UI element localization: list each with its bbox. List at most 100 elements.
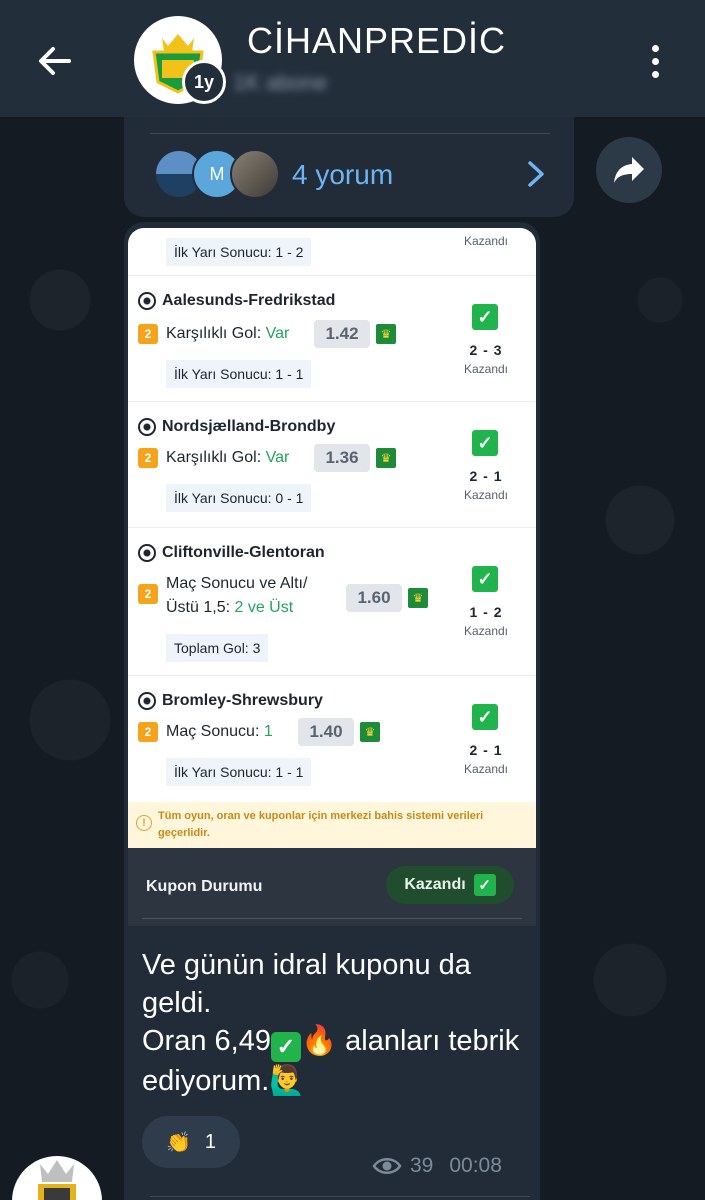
bet-market-label: Karşılıklı Gol:	[166, 325, 262, 342]
result-label: Kazandı	[463, 362, 509, 376]
match-row: Cliftonville-Glentoran 2 Maç Sonucu ve A…	[128, 528, 536, 676]
football-icon	[138, 692, 156, 710]
football-icon	[138, 544, 156, 562]
checkmark-icon: ✓	[472, 304, 498, 330]
bet-pick: Var	[265, 325, 290, 342]
message-line: Ve günün idral kuponu da geldi.	[142, 949, 471, 1019]
bet-pick: Var	[265, 449, 290, 466]
checkmark-icon: ✓	[472, 566, 498, 592]
check-emoji-icon: ✓	[270, 1032, 301, 1062]
match-row-partial: İlk Yarı Sonucu: 1 - 2 Kazandı	[128, 228, 536, 276]
divider	[142, 918, 522, 919]
match-teams-label: Nordsjælland-Brondby	[162, 418, 336, 435]
coupon-image[interactable]: İlk Yarı Sonucu: 1 - 2 Kazandı Aalesunds…	[128, 228, 536, 848]
match-row: Nordsjælland-Brondby 2 Karşılıklı Gol: V…	[128, 402, 536, 528]
bet-type-badge: 2	[138, 584, 158, 604]
warning-notice: ! Tüm oyun, oran ve kuponlar için merkez…	[128, 802, 536, 848]
avatar-badge: 1y	[182, 60, 226, 104]
bet-market-label: Üstü 1,5:	[166, 599, 231, 616]
match-row: Aalesunds-Fredrikstad 2 Karşılıklı Gol: …	[128, 276, 536, 402]
subscriber-count: 1K abone	[233, 70, 328, 95]
checkmark-icon: ✓	[472, 704, 498, 730]
reaction-chip[interactable]: 👏 1	[142, 1116, 240, 1168]
match-teams-label: Cliftonville-Glentoran	[162, 544, 325, 561]
first-half-result: İlk Yarı Sonucu: 1 - 1	[166, 360, 312, 388]
chat-header: 1y CİHANPREDİC 1K abone	[0, 0, 705, 117]
more-options-button[interactable]	[635, 36, 675, 86]
match-teams: Cliftonville-Glentoran	[138, 544, 325, 562]
share-arrow-icon	[614, 157, 644, 183]
more-dot-icon	[651, 44, 659, 52]
message-meta: 39 00:08	[372, 1154, 502, 1178]
first-half-result: İlk Yarı Sonucu: 0 - 1	[166, 484, 312, 512]
view-count: 39	[410, 1154, 434, 1177]
more-dot-icon	[651, 70, 659, 78]
bet-market: Maç Sonucu ve Altı/ Üstü 1,5: 2 ve Üst	[166, 572, 307, 620]
eye-icon	[372, 1158, 402, 1174]
divider	[150, 1196, 530, 1197]
channel-title[interactable]: CİHANPREDİC	[247, 20, 506, 62]
more-dot-icon	[651, 57, 659, 65]
crown-icon: ♛	[408, 588, 428, 608]
message-time: 00:08	[449, 1154, 502, 1177]
warning-icon: !	[136, 815, 152, 831]
bet-type-badge: 2	[138, 324, 158, 344]
crown-icon: ♛	[376, 448, 396, 468]
coupon-status-bar: Kupon Durumu Kazandı ✓	[128, 848, 536, 926]
match-row: Bromley-Shrewsbury 2 Maç Sonucu: 1 1.40 …	[128, 676, 536, 802]
result-label: Kazandı	[463, 488, 509, 502]
bet-market-label: Karşılıklı Gol:	[166, 449, 262, 466]
message-line: Oran 6,49	[142, 1025, 271, 1057]
match-teams: Aalesunds-Fredrikstad	[138, 292, 335, 310]
final-score: 1 - 2	[469, 604, 503, 620]
football-icon	[138, 292, 156, 310]
bet-market: Karşılıklı Gol: Var	[166, 446, 289, 470]
bet-pick: 1	[263, 723, 273, 740]
bet-market-label: Maç Sonucu:	[166, 723, 260, 740]
checkmark-icon: ✓	[473, 874, 496, 896]
bet-type-badge: 2	[138, 722, 158, 742]
final-score: 2 - 1	[469, 468, 503, 484]
bet-pick: 2 ve Üst	[234, 599, 294, 616]
odds-value: 1.36	[314, 444, 370, 472]
coupon-status-label: Kupon Durumu	[146, 878, 263, 895]
share-button[interactable]	[596, 137, 662, 203]
first-half-result: İlk Yarı Sonucu: 1 - 2	[166, 238, 312, 266]
message-bubble: İlk Yarı Sonucu: 1 - 2 Kazandı Aalesunds…	[124, 222, 540, 1200]
chevron-right-icon	[528, 161, 544, 187]
back-button[interactable]	[30, 36, 80, 86]
clapping-hands-icon: 👏	[165, 1131, 191, 1154]
total-goals: Toplam Gol: 3	[166, 634, 269, 662]
message-text: Ve günün idral kuponu da geldi. Oran 6,4…	[142, 946, 532, 1100]
warning-text: Tüm oyun, oran ve kuponlar için merkezi …	[158, 810, 484, 839]
match-teams: Nordsjælland-Brondby	[138, 418, 335, 436]
football-icon	[138, 418, 156, 436]
bet-market-label: Maç Sonucu ve Altı/	[166, 575, 308, 592]
final-score: 2 - 3	[469, 342, 503, 358]
result-label: Kazandı	[463, 234, 509, 248]
match-teams-label: Aalesunds-Fredrikstad	[162, 292, 336, 309]
comments-bar[interactable]: M 4 yorum	[124, 117, 574, 217]
crown-icon: ♛	[360, 722, 380, 742]
bet-market: Maç Sonucu: 1	[166, 720, 273, 744]
commenter-avatars: M	[154, 149, 284, 201]
match-teams-label: Bromley-Shrewsbury	[162, 692, 323, 709]
status-badge: Kazandı ✓	[386, 866, 514, 904]
commenter-avatar	[230, 149, 280, 199]
divider	[150, 133, 550, 134]
status-badge-label: Kazandı	[404, 876, 466, 893]
odds-value: 1.60	[346, 584, 402, 612]
bet-market: Karşılıklı Gol: Var	[166, 322, 289, 346]
result-label: Kazandı	[463, 762, 509, 776]
first-half-result: İlk Yarı Sonucu: 1 - 1	[166, 758, 312, 786]
crown-icon: ♛	[376, 324, 396, 344]
reaction-count: 1	[204, 1130, 217, 1153]
result-label: Kazandı	[463, 624, 509, 638]
comments-count[interactable]: 4 yorum	[292, 159, 393, 191]
odds-value: 1.40	[298, 718, 354, 746]
arrow-left-icon	[39, 47, 71, 75]
checkmark-icon: ✓	[472, 430, 498, 456]
match-teams: Bromley-Shrewsbury	[138, 692, 323, 710]
bet-type-badge: 2	[138, 448, 158, 468]
final-score: 2 - 1	[469, 742, 503, 758]
